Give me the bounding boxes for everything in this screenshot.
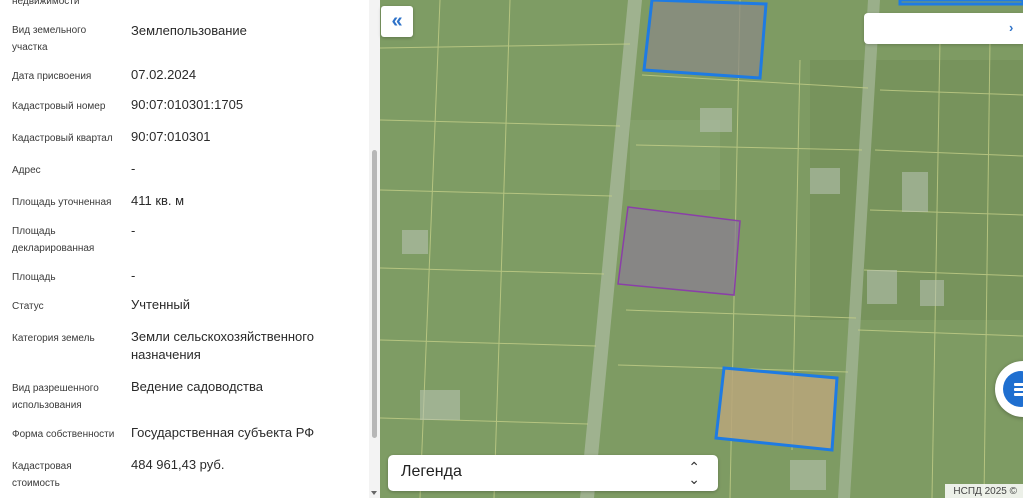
parcel-highlight-top[interactable]: [642, 0, 768, 80]
field-label: Адрес: [12, 165, 41, 176]
collapse-panel-button[interactable]: «: [381, 6, 413, 37]
field-label: Форма собственности: [12, 429, 115, 440]
field-label: Площадь: [12, 272, 56, 283]
field-value: 90:07:010301: [131, 129, 211, 144]
field-value: Государственная субъекта РФ: [131, 425, 315, 440]
field-value: -: [131, 268, 136, 283]
map-search-box[interactable]: ›: [864, 13, 1023, 44]
scrollbar-thumb[interactable]: [372, 150, 377, 438]
scrollbar[interactable]: [369, 0, 380, 498]
field-value: 411 кв. м: [131, 193, 185, 208]
copyright: НСПД 2025 ©: [945, 484, 1023, 498]
field-label: Площадь уточненная: [12, 197, 112, 208]
info-panel: недвижимости Вид земельного участка Земл…: [0, 0, 380, 498]
field-label: недвижимости: [12, 0, 80, 7]
field-label: Вид земельного участка: [12, 25, 87, 53]
legend-label: Легенда: [401, 463, 462, 480]
chat-icon: [1003, 371, 1023, 407]
selected-parcel[interactable]: [617, 206, 741, 296]
field-value: 90:07:010301:1705: [131, 97, 244, 112]
field-value: -: [131, 161, 136, 176]
field-value: Учтенный: [131, 297, 191, 312]
scroll-down-arrow-icon[interactable]: [371, 491, 377, 495]
field-label: Дата присвоения: [12, 71, 92, 82]
field-value: Ведение садоводства: [131, 379, 263, 394]
field-label: Статус: [12, 301, 44, 312]
field-label: Кадастровая стоимость: [12, 461, 72, 489]
double-chevron-left-icon: «: [391, 10, 403, 32]
chevron-up-down-icon: ⌃ ⌄: [688, 459, 700, 487]
field-label: Площадь декларированная: [12, 226, 95, 254]
map-view[interactable]: [380, 0, 1023, 498]
parcel-highlight-bottom[interactable]: [714, 366, 839, 452]
search-icon[interactable]: ›: [1009, 20, 1017, 35]
field-label: Кадастровый номер: [12, 101, 106, 112]
field-value: Земли сельскохозяйственного назначения: [131, 329, 314, 362]
field-value: 07.02.2024: [131, 67, 197, 82]
field-label: Вид разрешенного использования: [12, 383, 99, 411]
legend-dropdown[interactable]: Легенда ⌃ ⌄: [388, 455, 718, 491]
field-value: Землепользование: [131, 23, 247, 38]
field-label: Кадастровый квартал: [12, 133, 113, 144]
field-value: -: [131, 223, 136, 238]
field-value: 484 961,43 руб.: [131, 457, 225, 472]
field-label: Категория земель: [12, 333, 95, 344]
satellite-map[interactable]: [380, 0, 1023, 498]
